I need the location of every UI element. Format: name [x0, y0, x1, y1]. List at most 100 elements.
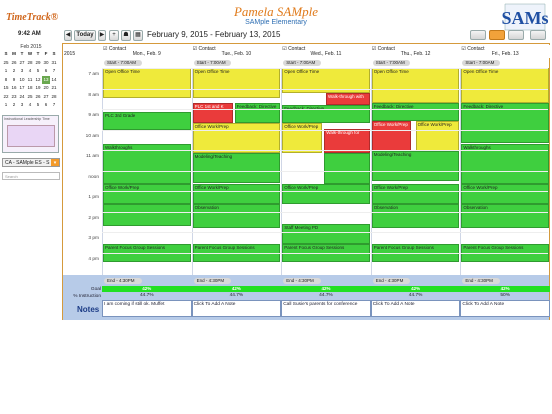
calendar-day[interactable]: 16	[10, 84, 18, 93]
calendar-day[interactable]: 8	[2, 76, 10, 85]
school-select[interactable]: CA - SAMple ES - S ▾	[2, 158, 60, 167]
calendar-event[interactable]: Office Work/Prep	[371, 121, 412, 151]
calendar-day[interactable]: 6	[42, 67, 50, 76]
end-time-pill[interactable]: End - 4:30PM	[372, 278, 411, 284]
day-view-button[interactable]	[470, 30, 486, 40]
end-time-pill[interactable]: End - 4:30PM	[283, 278, 321, 284]
calendar-day[interactable]: 25	[26, 93, 34, 102]
calendar-day[interactable]: 29	[34, 59, 42, 68]
calendar-event[interactable]: Office Work/Prep	[461, 184, 549, 204]
next-week-button[interactable]: ▶	[98, 30, 106, 41]
calendar-event[interactable]: Office Work/Prep	[192, 184, 281, 204]
calendar-day[interactable]: 26	[10, 59, 18, 68]
calendar-event[interactable]: Feedback: Directive	[282, 105, 370, 123]
calendar-event[interactable]: Open Office Time	[103, 68, 191, 98]
calendar-event[interactable]: Feedback: Directive	[371, 103, 460, 121]
calendar-event[interactable]: Office Work/Prep	[103, 184, 191, 204]
calendar-day[interactable]: 21	[50, 84, 58, 93]
calendar-day[interactable]: 6	[42, 101, 50, 110]
calendar-day[interactable]: 3	[18, 101, 26, 110]
calendar-event[interactable]: Observation	[192, 204, 281, 228]
end-time-pill[interactable]: End - 4:30PM	[104, 278, 142, 284]
time-thumbnail[interactable]: Instructional Leadership Time	[2, 115, 59, 153]
calendar-event[interactable]: Modeling/Teaching	[371, 151, 460, 181]
calendar-day[interactable]: 5	[34, 67, 42, 76]
calendar-day[interactable]: 22	[2, 93, 10, 102]
calendar-day[interactable]: 7	[50, 101, 58, 110]
calendar-event[interactable]: Open Office Time	[192, 68, 281, 98]
calendar-day[interactable]: 25	[2, 59, 10, 68]
calendar-day[interactable]: 30	[42, 59, 50, 68]
calendar-day[interactable]: 13	[42, 75, 50, 84]
add-event-icon[interactable]: +	[109, 30, 119, 41]
calendar-day[interactable]: 28	[26, 59, 34, 68]
calendar-event[interactable]: Office Work/Prep	[415, 121, 460, 151]
calendar-day[interactable]: 31	[50, 59, 58, 68]
calendar-icon[interactable]: ▦	[133, 30, 143, 41]
calendar-day[interactable]: 20	[42, 84, 50, 93]
calendar-day[interactable]: 12	[34, 76, 42, 85]
search-input[interactable]: Search	[2, 172, 60, 180]
calendar-event[interactable]	[324, 153, 370, 184]
calendar-day[interactable]: 7	[50, 67, 58, 76]
calendar-day[interactable]: 27	[42, 93, 50, 102]
end-time-pill[interactable]: End - 4:30PM	[193, 278, 232, 284]
start-time-pill[interactable]: Start - 7:00AM	[193, 60, 232, 66]
calendar-day[interactable]: 11	[26, 76, 34, 85]
start-time-pill[interactable]: Start - 7:00AM	[462, 60, 501, 66]
calendar-event[interactable]: Feedback: Directive	[234, 103, 281, 123]
prev-week-button[interactable]: ◀	[64, 30, 72, 41]
calendar-day[interactable]: 17	[18, 84, 26, 93]
calendar-day[interactable]: 28	[50, 93, 58, 102]
calendar-day[interactable]: 10	[18, 76, 26, 85]
calendar-day[interactable]: 1	[2, 101, 10, 110]
calendar-day[interactable]: 3	[18, 67, 26, 76]
calendar-event[interactable]: PLC 1st and K	[192, 103, 233, 123]
day-note[interactable]: Click To Add A Note	[460, 300, 550, 317]
end-time-pill[interactable]: End - 4:30PM	[462, 278, 501, 284]
calendar-day[interactable]: 18	[26, 84, 34, 93]
calendar-day[interactable]: 2	[10, 67, 18, 76]
day-note[interactable]: I am coming if still ok. Muffet	[102, 300, 192, 317]
week-view-button[interactable]	[489, 30, 505, 40]
calendar-day[interactable]: 5	[34, 101, 42, 110]
calendar-day[interactable]: 24	[18, 93, 26, 102]
calendar-event[interactable]: Observation	[371, 204, 460, 228]
calendar-event[interactable]: Walk-through with	[326, 93, 370, 105]
calendar-day[interactable]: 23	[10, 93, 18, 102]
calendar-day[interactable]: 27	[18, 59, 26, 68]
calendar-event[interactable]: Office Work/Prep	[371, 184, 460, 204]
folder-icon[interactable]	[530, 30, 546, 40]
summary-footer: Goal % Instruction Notes End - 4:30PM 42%…	[63, 275, 550, 320]
weekday-header: S	[52, 51, 56, 56]
calendar-day[interactable]: 26	[34, 93, 42, 102]
calendar-day[interactable]: 2	[10, 101, 18, 110]
today-button[interactable]: Today	[74, 30, 96, 41]
calendar-event[interactable]: Open Office Time	[371, 68, 460, 103]
calendar-event[interactable]	[103, 204, 191, 226]
calendar-event[interactable]: Office Work/Prep	[282, 184, 370, 204]
calendar-event[interactable]: Office Work/Prep	[282, 123, 323, 153]
day-note[interactable]: Click To Add A Note	[370, 300, 461, 317]
calendar-event[interactable]: Observation	[461, 204, 549, 228]
calendar-day[interactable]: 4	[26, 67, 34, 76]
day-note[interactable]: Click To Add A Note	[191, 300, 282, 317]
calendar-day[interactable]: 19	[34, 84, 42, 93]
start-time-pill[interactable]: Start - 7:00AM	[283, 60, 321, 66]
people-icon[interactable]: ☗	[121, 30, 131, 41]
calendar-event[interactable]: Open Office Time	[461, 68, 549, 103]
calendar-day[interactable]: 15	[2, 84, 10, 93]
calendar-event[interactable]: PLC 3rd Grade	[103, 112, 191, 130]
calendar-day[interactable]: 1	[2, 67, 10, 76]
start-time-pill[interactable]: Start - 7:00AM	[372, 60, 411, 66]
calendar-day[interactable]: 4	[26, 101, 34, 110]
calendar-day[interactable]: 9	[10, 76, 18, 85]
day-note[interactable]: Call Susie's parents for conference	[281, 300, 371, 317]
month-view-button[interactable]	[508, 30, 524, 40]
calendar-event[interactable]: Modeling/Teaching	[192, 153, 281, 183]
start-time-pill[interactable]: Start - 7:00AM	[104, 60, 142, 66]
user-name: Pamela SAMple	[233, 4, 319, 19]
calendar-day[interactable]: 14	[50, 76, 58, 85]
calendar-event[interactable]: Staff Meeting PD	[282, 224, 370, 244]
calendar-event[interactable]: Office Work/Prep	[192, 123, 281, 153]
